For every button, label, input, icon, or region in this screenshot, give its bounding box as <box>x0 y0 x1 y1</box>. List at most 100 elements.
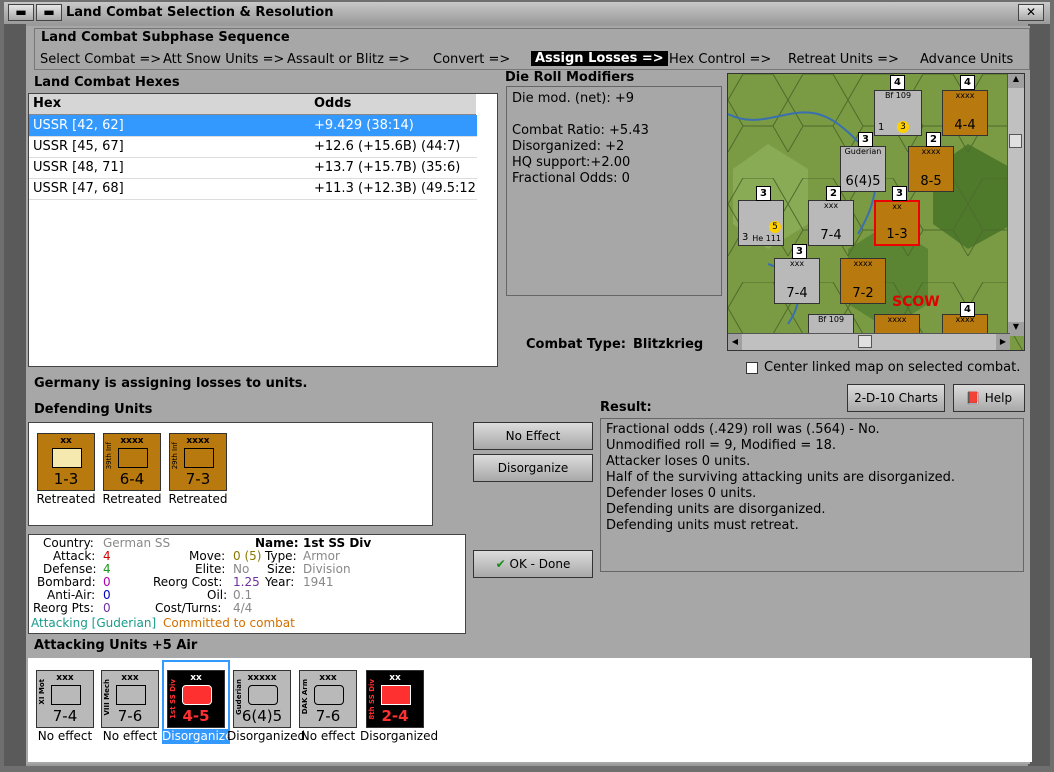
unit-strength: 2-4 <box>381 707 409 725</box>
result-line: Defender loses 0 units. <box>606 486 757 501</box>
system-menu-button[interactable]: ▬ <box>8 4 34 21</box>
attacking-unit[interactable]: xx 8th SS Div 2-4 <box>366 670 424 728</box>
scroll-thumb[interactable] <box>1009 134 1022 148</box>
die-roll-panel: Die mod. (net): +9 Combat Ratio: +5.43 D… <box>506 86 722 296</box>
attacking-unit[interactable]: xxxxx Guderian 6(4)5 <box>233 670 291 728</box>
unit-symbol-icon <box>116 685 146 705</box>
ok-done-button[interactable]: ✔ OK - Done <box>473 550 593 578</box>
defending-unit[interactable]: xxxx 29th Inf 7-3 <box>169 433 227 491</box>
map-counter-name: Guderian <box>844 147 882 156</box>
combat-type-label: Combat Type: <box>526 337 626 352</box>
mini-map[interactable]: Bf 109 3 1 xxxx 4-4 Guderian 6(4)5 xxxx … <box>727 73 1025 351</box>
scroll-left-icon[interactable]: ◀ <box>728 334 742 350</box>
result-line: Defending units are disorganized. <box>606 502 826 517</box>
charts-button[interactable]: 2-D-10 Charts <box>847 384 945 412</box>
map-counter-guderian[interactable]: Guderian 6(4)5 <box>840 146 886 192</box>
status-message: Germany is assigning losses to units. <box>34 376 308 391</box>
column-header-odds[interactable]: Odds <box>312 94 476 115</box>
die-roll-line: HQ support:+2.00 <box>512 155 631 170</box>
title-bar[interactable]: ▬ ▬ Land Combat Selection & Resolution ✕ <box>4 2 1050 25</box>
map-counter-target[interactable]: xx 1-3 <box>874 200 920 246</box>
table-row[interactable]: USSR [45, 67] +12.6 (+15.6B) (44:7) <box>29 136 477 158</box>
scroll-thumb[interactable] <box>858 335 872 348</box>
window-title: Land Combat Selection & Resolution <box>66 5 334 20</box>
close-button[interactable]: ✕ <box>1018 4 1044 21</box>
map-counter-he111[interactable]: He 111 5 3 <box>738 200 784 246</box>
country-value: German SS <box>103 536 171 550</box>
map-counter-soviet[interactable]: xxxx 8-5 <box>908 146 954 192</box>
help-label: Help <box>984 391 1013 405</box>
help-button[interactable]: 📕 Help <box>953 384 1025 412</box>
stack-badge: 4 <box>960 75 975 90</box>
attacking-unit[interactable]: xxx DAK Arm 7-6 <box>299 670 357 728</box>
map-counter-name: xx <box>892 202 902 211</box>
defending-units-panel: xx 1-3 Retreated xxxx 39th Inf 6-4 Retre… <box>28 422 433 526</box>
map-counter-value: 6(4)5 <box>845 174 881 189</box>
map-counter-bf109[interactable]: Bf 109 3 1 <box>874 90 922 136</box>
table-row[interactable]: USSR [48, 71] +13.7 (+15.7B) (35:6) <box>29 157 477 179</box>
attacking-unit[interactable]: xxx XI Mot 7-4 <box>36 670 94 728</box>
stack-badge: 2 <box>826 186 841 201</box>
center-map-checkbox[interactable] <box>746 362 758 374</box>
unit-strength: 4-5 <box>182 707 210 725</box>
scroll-down-icon[interactable]: ▼ <box>1008 322 1024 336</box>
no-effect-button[interactable]: No Effect <box>473 422 593 450</box>
minimize-icon[interactable]: ▬ <box>36 4 62 21</box>
map-counter-soviet[interactable]: xxxx 4-4 <box>942 90 988 136</box>
step-select-combat: Select Combat => <box>40 52 162 67</box>
unit-status: Disorganized <box>360 729 439 743</box>
map-counter-name: xxxx <box>853 259 873 268</box>
map-vertical-scrollbar[interactable]: ▲ ▼ <box>1007 74 1024 336</box>
map-counter-name: xxx <box>823 201 839 210</box>
disorganize-button[interactable]: Disorganize <box>473 454 593 482</box>
scroll-up-icon[interactable]: ▲ <box>1008 74 1024 88</box>
scroll-right-icon[interactable]: ▶ <box>996 334 1010 350</box>
result-line: Attacker loses 0 units. <box>606 454 751 469</box>
table-row[interactable]: USSR [47, 68] +11.3 (+12.3B) (49.5:12 <box>29 178 477 200</box>
step-assault-or-blitz: Assault or Blitz => <box>287 52 410 67</box>
attacking-heading: Attacking Units +5 Air <box>34 638 198 653</box>
unit-strength: 6-4 <box>119 470 145 488</box>
step-retreat-units: Retreat Units => <box>788 52 899 67</box>
attacking-unit[interactable]: xxx VIII Mech 7-6 <box>101 670 159 728</box>
unit-status: Retreated <box>102 492 162 506</box>
map-horizontal-scrollbar[interactable]: ◀ ▶ <box>728 333 1010 350</box>
map-city-label: SCOW <box>892 294 940 310</box>
stack-badge: 3 <box>858 132 873 147</box>
unit-status: No effect <box>102 729 158 743</box>
die-roll-heading: Die Roll Modifiers <box>505 70 635 85</box>
attacking-units-panel: xxx XI Mot 7-4 No effect xxx VIII Mech 7… <box>28 658 1032 762</box>
unit-status: Retreated <box>168 492 228 506</box>
step-advance-units: Advance Units <box>920 52 1014 67</box>
unit-status: Retreated <box>36 492 96 506</box>
defending-unit[interactable]: xxxx 39th Inf 6-4 <box>103 433 161 491</box>
reorg-pts-label: Reorg Pts: <box>33 601 94 615</box>
map-counter-value: 7-2 <box>852 286 874 301</box>
hexes-table: Hex Odds USSR [42, 62] +9.429 (38:14) US… <box>28 93 498 367</box>
hex-cell: USSR [47, 68] <box>33 181 124 196</box>
map-counter-soviet[interactable]: xxxx 7-2 <box>840 258 886 304</box>
map-counter-badge: 5 <box>769 221 781 233</box>
armor-symbol-icon <box>314 685 344 705</box>
reorg-pts-value: 0 <box>103 601 111 615</box>
attacking-unit-selected[interactable]: xx 1st SS Div 4-5 <box>167 670 225 728</box>
step-convert: Convert => <box>433 52 511 67</box>
map-counter-axis[interactable]: xxx 7-4 <box>774 258 820 304</box>
stack-badge: 4 <box>960 302 975 317</box>
unit-info-panel: Country: German SS Name: 1st SS Div Atta… <box>28 534 466 634</box>
result-line: Defending units must retreat. <box>606 518 799 533</box>
map-counter-axis[interactable]: xxx 7-4 <box>808 200 854 246</box>
stack-badge: 3 <box>892 186 907 201</box>
defending-unit[interactable]: xx 1-3 <box>37 433 95 491</box>
unit-side-label: 29th Inf <box>171 442 179 470</box>
result-heading: Result: <box>600 400 652 415</box>
step-assign-losses: Assign Losses => <box>531 51 668 66</box>
column-header-hex[interactable]: Hex <box>29 94 316 115</box>
checkmark-icon: ✔ <box>495 557 506 571</box>
step-hex-control: Hex Control => <box>669 52 772 67</box>
map-counter-value: 4-4 <box>954 118 976 133</box>
map-counter-name: xxxx <box>955 91 975 100</box>
cost-turns-label: Cost/Turns: <box>155 601 222 615</box>
odds-cell: +11.3 (+12.3B) (49.5:12 <box>314 181 476 196</box>
table-row[interactable]: USSR [42, 62] +9.429 (38:14) <box>29 115 477 137</box>
